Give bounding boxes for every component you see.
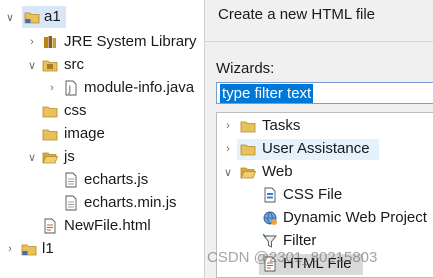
folder-icon <box>240 144 256 156</box>
wizard-tree-item-label: HTML File <box>283 255 352 272</box>
tree-item-image[interactable]: image <box>0 123 204 145</box>
open-folder-icon <box>240 167 256 179</box>
dynamic-web-project-icon <box>263 211 277 225</box>
tree-item-label: module-info.java <box>84 79 195 96</box>
screen: ∨ a1 › JRE System Library ∨ src › J modu… <box>0 0 433 278</box>
wizard-tree-item-user-assistance[interactable]: › User Assistance <box>217 138 433 160</box>
wizard-tree-item-label: CSS File <box>283 186 343 203</box>
text-file-icon <box>65 195 77 211</box>
tree-item-label: a1 <box>44 8 61 25</box>
open-folder-icon <box>42 152 58 164</box>
wizard-tree-item-label: Web <box>262 163 293 180</box>
folder-icon <box>240 121 256 133</box>
wizard-title: Create a new HTML file <box>218 6 376 23</box>
java-file-icon: J <box>65 80 77 96</box>
tree-item-label: css <box>64 102 87 119</box>
project-folder-icon <box>24 12 40 24</box>
tree-item-label: echarts.js <box>84 171 149 188</box>
source-folder-icon <box>42 60 58 72</box>
tree-item-label: NewFile.html <box>64 217 151 234</box>
tree-item-module-info-java[interactable]: › J module-info.java <box>0 77 204 99</box>
tree-item-css[interactable]: css <box>0 100 204 122</box>
chevron-down-icon[interactable]: ∨ <box>26 146 38 168</box>
folder-icon <box>42 106 58 118</box>
chevron-right-icon[interactable]: › <box>222 115 234 137</box>
wizard-content: Wizards: type filter text › Tasks › User… <box>205 42 433 278</box>
wizard-tree-item-label: Tasks <box>262 117 301 134</box>
wizard-tree-item-css-file[interactable]: CSS File <box>217 184 433 206</box>
new-html-file-wizard: Create a new HTML file Wizards: type fil… <box>204 0 433 278</box>
wizard-tree-item-tasks[interactable]: › Tasks <box>217 115 433 137</box>
chevron-down-icon[interactable]: ∨ <box>222 161 234 183</box>
wizard-tree-item-web[interactable]: ∨ Web <box>217 161 433 183</box>
tree-item-js[interactable]: ∨ js <box>0 146 204 168</box>
chevron-down-icon[interactable]: ∨ <box>26 54 38 76</box>
project-folder-icon <box>21 244 37 256</box>
tree-item-echarts-js[interactable]: echarts.js <box>0 169 204 191</box>
wizard-tree-item-label: Filter <box>283 232 317 249</box>
tree-item-label: src <box>64 56 84 73</box>
html-file-icon <box>264 256 276 272</box>
tree-item-label: l1 <box>42 240 54 257</box>
wizards-label: Wizards: <box>216 60 275 77</box>
tree-item-label: echarts.min.js <box>84 194 177 211</box>
library-icon <box>44 36 56 48</box>
chevron-right-icon[interactable]: › <box>222 138 234 160</box>
svg-text:J: J <box>68 85 72 95</box>
chevron-right-icon[interactable]: › <box>46 77 58 99</box>
tree-item-a1[interactable]: ∨ a1 <box>0 6 204 28</box>
wizard-tree-item-dynamic-web-project[interactable]: Dynamic Web Project <box>217 207 433 229</box>
chevron-right-icon[interactable]: › <box>26 31 38 53</box>
tree-item-label: JRE System Library <box>64 33 197 50</box>
tree-item-jre-system-library[interactable]: › JRE System Library <box>0 31 204 53</box>
filter-icon <box>262 233 277 248</box>
tree-item-label: js <box>64 148 75 165</box>
wizard-tree-item-html-file[interactable]: HTML File <box>217 253 433 275</box>
wizard-tree-item-label: User Assistance <box>262 140 370 157</box>
filter-input-value[interactable]: type filter text <box>220 84 314 103</box>
chevron-down-icon[interactable]: ∨ <box>4 6 16 28</box>
wizard-tree-item-label: Dynamic Web Project <box>283 209 427 226</box>
html-file-icon <box>44 218 56 234</box>
tree-item-label: image <box>64 125 105 142</box>
folder-icon <box>42 129 58 141</box>
tree-item-src[interactable]: ∨ src <box>0 54 204 76</box>
chevron-right-icon[interactable]: › <box>4 238 16 260</box>
filter-input[interactable]: type filter text <box>216 82 433 104</box>
wizard-tree-item-filter[interactable]: Filter <box>217 230 433 252</box>
project-explorer: ∨ a1 › JRE System Library ∨ src › J modu… <box>0 0 204 278</box>
text-file-icon <box>65 172 77 188</box>
tree-item-newfile-html[interactable]: NewFile.html <box>0 215 204 237</box>
tree-item-l1[interactable]: › l1 <box>0 238 204 260</box>
css-file-icon <box>264 187 276 203</box>
wizard-tree: › Tasks › User Assistance ∨ Web CSS File… <box>216 112 433 278</box>
tree-item-echarts-min-js[interactable]: echarts.min.js <box>0 192 204 214</box>
